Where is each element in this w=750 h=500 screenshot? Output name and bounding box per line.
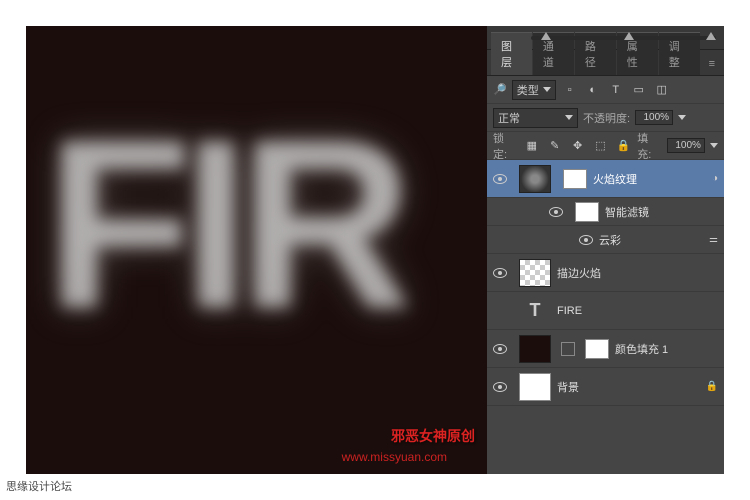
filter-kind-select[interactable]: 类型 xyxy=(512,80,556,100)
canvas-area[interactable]: FIR FIR 邪恶女神原创 www.missyuan.com xyxy=(26,26,487,474)
lock-icon: 🔒 xyxy=(706,381,718,392)
layer-fire-text[interactable]: T FIRE xyxy=(487,292,724,330)
layer-fire-texture[interactable]: 火焰纹理 ◑ xyxy=(487,160,724,198)
lock-row: 锁定: ▦ ✎ ✥ ⬚ 🔒 填充: 100% xyxy=(487,132,724,160)
watermark-url: www.missyuan.com xyxy=(342,450,447,464)
layer-thumb[interactable] xyxy=(519,335,551,363)
filter-adjust-icon[interactable]: ◐ xyxy=(584,81,602,99)
search-icon[interactable]: 🔎 xyxy=(493,83,507,96)
layers-list: 火焰纹理 ◑ 智能滤镜 云彩 ⚌ 描边火焰 xyxy=(487,160,724,474)
layer-color-fill[interactable]: 颜色填充 1 xyxy=(487,330,724,368)
lock-label: 锁定: xyxy=(493,130,518,162)
lock-move-icon[interactable]: ✥ xyxy=(569,137,587,155)
panel-menu-icon[interactable]: ≡ xyxy=(701,53,723,75)
visibility-toggle[interactable] xyxy=(487,382,513,392)
visibility-toggle[interactable] xyxy=(487,306,513,316)
text-layer-icon[interactable]: T xyxy=(519,297,551,325)
layer-smart-filters[interactable]: 智能滤镜 xyxy=(487,198,724,226)
filter-pixel-icon[interactable]: ▫ xyxy=(561,81,579,99)
layer-stroke-fire[interactable]: 描边火焰 xyxy=(487,254,724,292)
filter-smart-icon[interactable]: ◫ xyxy=(653,81,671,99)
filter-shape-icon[interactable]: ▭ xyxy=(630,81,648,99)
layer-mask-thumb[interactable] xyxy=(585,339,609,359)
fill-label: 填充: xyxy=(637,130,662,162)
opacity-label: 不透明度: xyxy=(583,110,630,126)
fill-value[interactable]: 100% xyxy=(667,138,705,153)
smart-object-icon[interactable]: ◑ xyxy=(712,173,718,184)
filter-mask-thumb[interactable] xyxy=(575,202,599,222)
smoke-text: FIR xyxy=(46,86,403,362)
layer-background[interactable]: 背景 🔒 xyxy=(487,368,724,406)
layer-thumb[interactable] xyxy=(519,259,551,287)
zoom-slider[interactable] xyxy=(531,36,716,40)
blend-mode-row: 正常 不透明度: 100% xyxy=(487,104,724,132)
lock-all-icon[interactable]: 🔒 xyxy=(614,137,632,155)
tab-layers[interactable]: 图层 xyxy=(491,32,532,75)
panels-sidebar: 100% 图层 通道 路径 属性 调整 ≡ 🔎 类型 ▫ ◐ T ▭ ◫ xyxy=(487,26,724,474)
visibility-toggle[interactable] xyxy=(487,174,513,184)
filter-text-icon[interactable]: T xyxy=(607,81,625,99)
page-watermark: 思缘设计论坛 xyxy=(6,478,72,494)
watermark-red: 邪恶女神原创 xyxy=(391,426,475,446)
visibility-toggle[interactable] xyxy=(487,268,513,278)
opacity-value[interactable]: 100% xyxy=(635,110,673,125)
lock-artboard-icon[interactable]: ⬚ xyxy=(592,137,610,155)
fill-dropdown-icon[interactable] xyxy=(710,143,718,148)
layer-mask-thumb[interactable] xyxy=(563,169,587,189)
visibility-toggle[interactable] xyxy=(543,207,569,217)
layer-thumb[interactable] xyxy=(519,165,551,193)
filter-type-row: 🔎 类型 ▫ ◐ T ▭ ◫ xyxy=(487,76,724,104)
visibility-toggle[interactable] xyxy=(573,235,599,245)
link-icon[interactable] xyxy=(561,342,575,356)
lock-brush-icon[interactable]: ✎ xyxy=(546,137,564,155)
filter-options-icon[interactable]: ⚌ xyxy=(709,234,718,245)
visibility-toggle[interactable] xyxy=(487,344,513,354)
opacity-dropdown-icon[interactable] xyxy=(678,115,686,120)
panel-tabs: 图层 通道 路径 属性 调整 ≡ xyxy=(487,50,724,76)
blend-mode-select[interactable]: 正常 xyxy=(493,108,578,128)
layer-clouds-filter[interactable]: 云彩 ⚌ xyxy=(487,226,724,254)
layer-thumb[interactable] xyxy=(519,373,551,401)
lock-transparent-icon[interactable]: ▦ xyxy=(523,137,541,155)
